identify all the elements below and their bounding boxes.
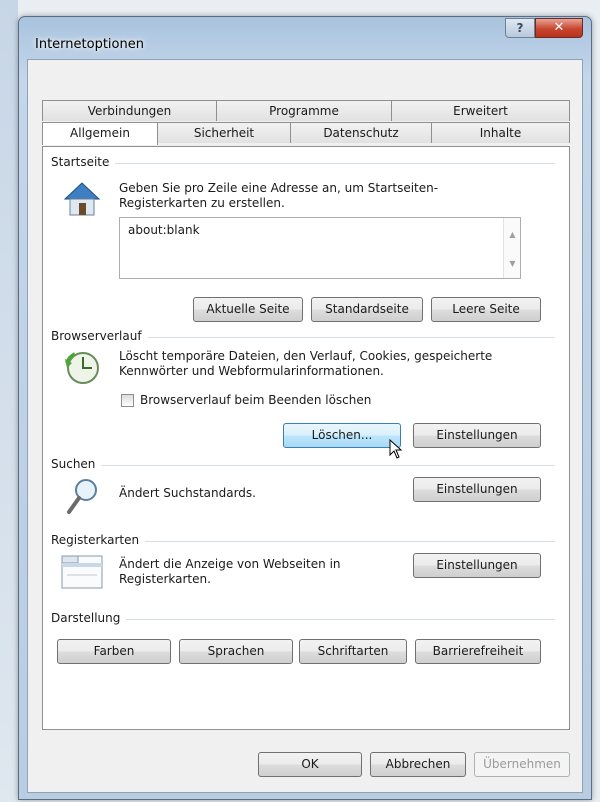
group-label-suchen: Suchen <box>51 457 102 471</box>
languages-button[interactable]: Sprachen <box>179 639 293 664</box>
tab-row-front: Allgemein Sicherheit Datenschutz Inhalte <box>42 122 570 145</box>
scroll-up-arrow[interactable]: ▲ <box>504 230 521 239</box>
magnifier-icon <box>67 479 97 514</box>
colors-button[interactable]: Farben <box>57 639 171 664</box>
apply-button[interactable]: Übernehmen <box>474 752 570 777</box>
accessibility-button[interactable]: Barrierefreiheit <box>415 639 541 664</box>
tabs-window-icon <box>61 555 103 589</box>
scroll-down-arrow[interactable]: ▼ <box>504 259 521 268</box>
search-settings-button[interactable]: Einstellungen <box>413 477 541 502</box>
tab-datenschutz[interactable]: Datenschutz <box>290 122 432 143</box>
tab-programme[interactable]: Programme <box>216 100 392 121</box>
registerkarten-description-2: Registerkarten. <box>119 572 211 586</box>
delete-history-button[interactable]: Löschen... <box>283 423 401 448</box>
tab-row-back: Verbindungen Programme Erweitert <box>42 100 570 121</box>
startseite-description-2: Registerkarten zu erstellen. <box>119 196 285 210</box>
group-label-registerkarten: Registerkarten <box>51 533 146 547</box>
blank-page-button[interactable]: Leere Seite <box>431 297 541 322</box>
tab-sicherheit[interactable]: Sicherheit <box>157 122 291 143</box>
cancel-button[interactable]: Abbrechen <box>370 752 466 777</box>
fonts-button[interactable]: Schriftarten <box>299 639 407 664</box>
default-page-button[interactable]: Standardseite <box>311 297 423 322</box>
group-label-startseite: Startseite <box>51 155 116 169</box>
divider <box>51 465 555 466</box>
tab-panel-allgemein: Startseite Geben Sie pro Zeile eine Adre… <box>42 146 570 730</box>
tab-verbindungen[interactable]: Verbindungen <box>42 100 217 121</box>
scrollbar[interactable]: ▲ ▼ <box>503 218 520 278</box>
ok-button[interactable]: OK <box>258 752 362 777</box>
tab-erweitert[interactable]: Erweitert <box>391 100 570 121</box>
tab-allgemein[interactable]: Allgemein <box>42 122 158 145</box>
dialog-window: Internetoptionen ? ✕ Verbindungen Progra… <box>18 16 592 800</box>
mouse-cursor-icon <box>389 439 403 459</box>
window-title: Internetoptionen <box>35 37 144 52</box>
divider <box>51 163 555 164</box>
browserverlauf-description-2: Kennwörter und Webformularinformationen. <box>119 364 384 378</box>
close-button[interactable]: ✕ <box>535 18 583 38</box>
history-settings-button[interactable]: Einstellungen <box>413 423 541 448</box>
suchen-description: Ändert Suchstandards. <box>119 486 256 500</box>
divider <box>51 619 555 620</box>
group-label-browserverlauf: Browserverlauf <box>51 329 148 343</box>
startseite-description-1: Geben Sie pro Zeile eine Adresse an, um … <box>119 181 439 195</box>
tab-inhalte[interactable]: Inhalte <box>431 122 570 143</box>
delete-on-exit-checkbox[interactable] <box>121 394 134 407</box>
tabs-settings-button[interactable]: Einstellungen <box>413 553 541 578</box>
dialog-client-area: Verbindungen Programme Erweitert Allgeme… <box>27 59 583 793</box>
group-label-darstellung: Darstellung <box>51 611 127 625</box>
homepage-address-textarea[interactable]: about:blank ▲ ▼ <box>119 217 521 279</box>
homepage-address-value: about:blank <box>128 223 200 237</box>
home-icon <box>63 182 101 216</box>
caption-buttons: ? ✕ <box>505 18 583 38</box>
help-button[interactable]: ? <box>505 18 535 38</box>
current-page-button[interactable]: Aktuelle Seite <box>193 297 303 322</box>
registerkarten-description-1: Ändert die Anzeige von Webseiten in <box>119 557 341 571</box>
delete-on-exit-label[interactable]: Browserverlauf beim Beenden löschen <box>140 393 371 408</box>
desktop-background <box>0 0 18 802</box>
browserverlauf-description-1: Löscht temporäre Dateien, den Verlauf, C… <box>119 349 493 363</box>
history-clock-icon <box>65 352 99 384</box>
